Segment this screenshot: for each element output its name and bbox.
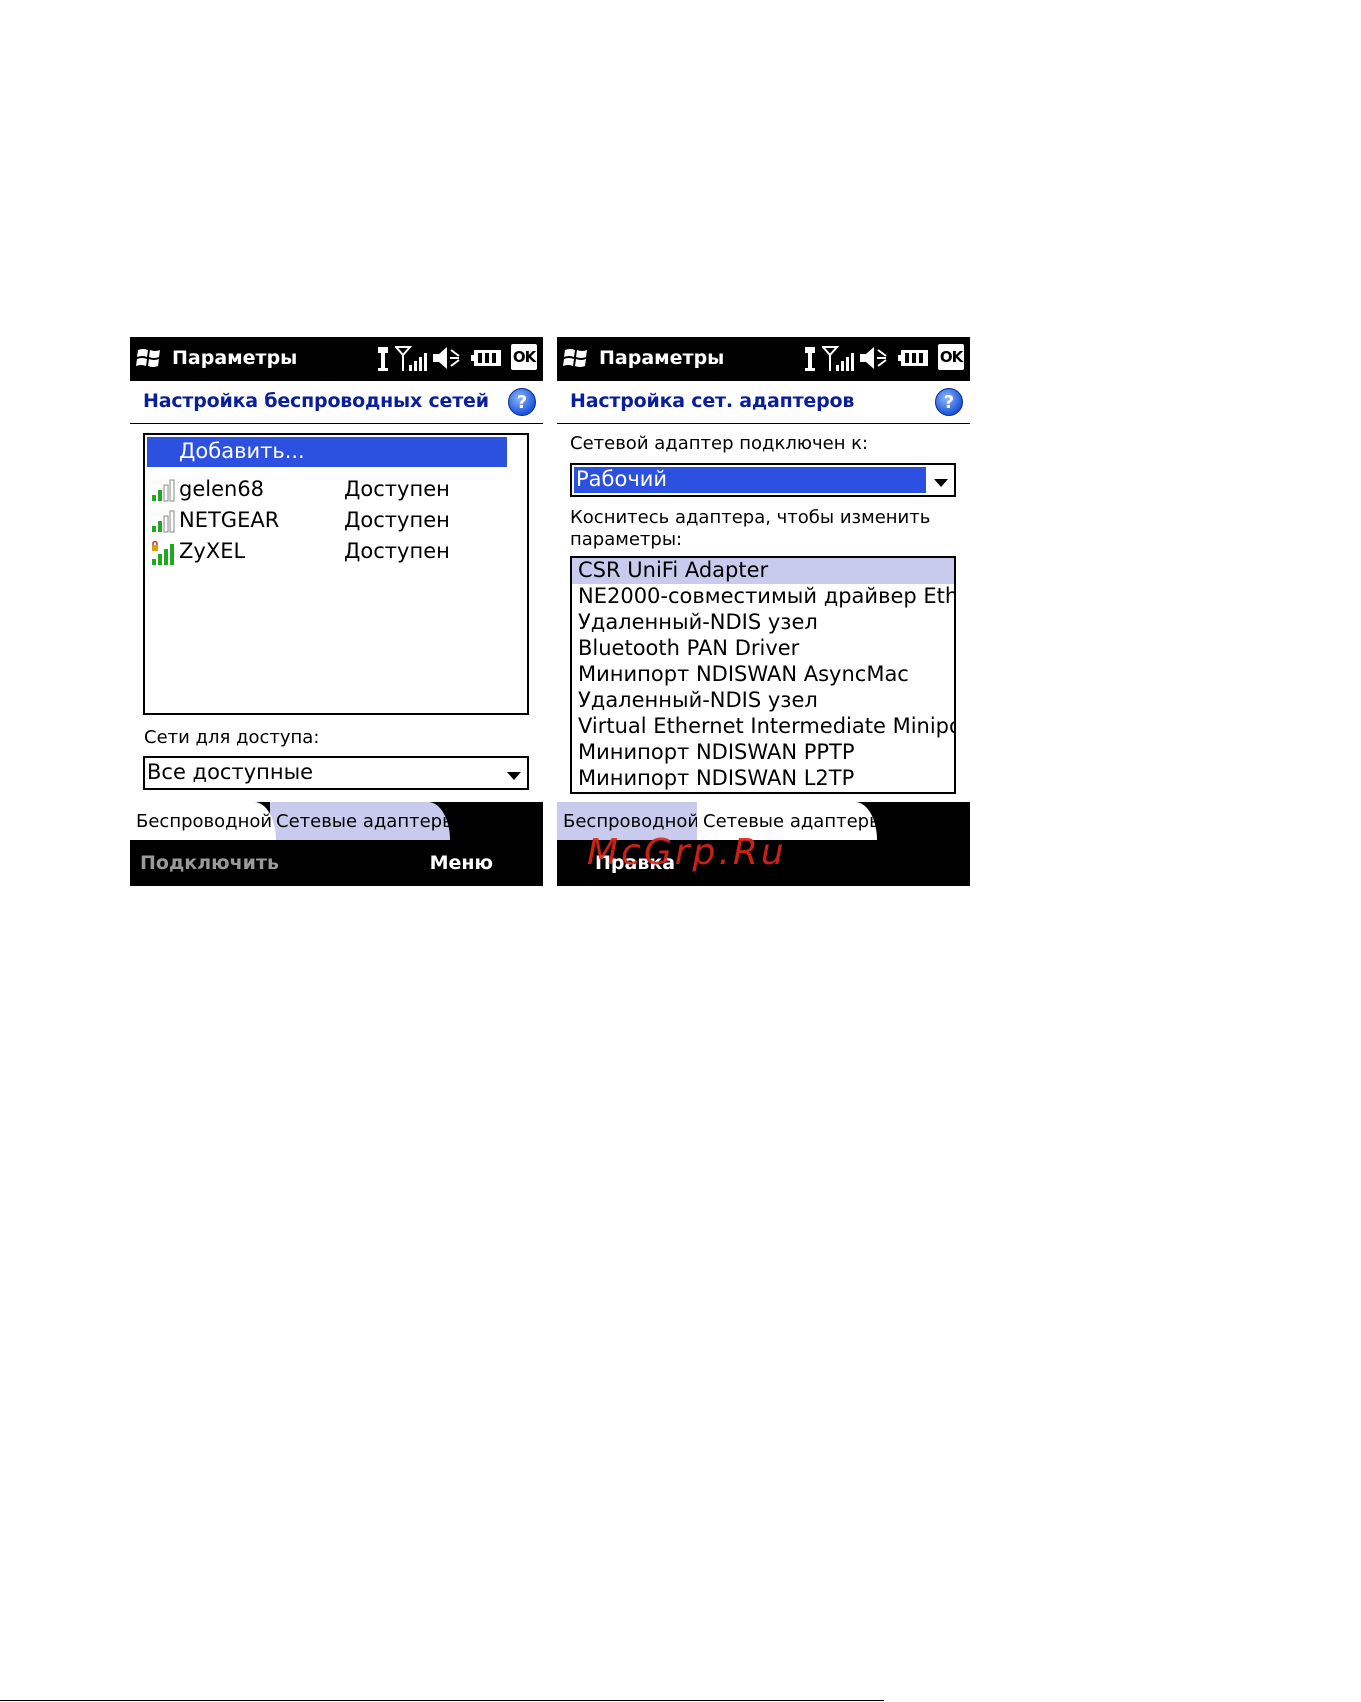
page-divider xyxy=(0,1700,884,1701)
page-title: Настройка сет. адаптеров xyxy=(570,390,855,412)
tab-bar: Сетевые адаптеры Беспроводной xyxy=(130,802,543,840)
adapter-item[interactable]: Удаленный-NDIS узел xyxy=(572,688,954,714)
watermark-text: McGrp.Ru xyxy=(587,832,787,873)
adapter-list[interactable]: CSR UniFi Adapter NE2000-совместимый дра… xyxy=(570,556,956,794)
wireless-network-list[interactable]: Добавить... gelen68 Доступен NETGEAR Дос… xyxy=(143,433,529,715)
title-bar: Параметры OK xyxy=(130,337,543,381)
adapter-item[interactable]: CSR UniFi Adapter xyxy=(572,558,954,584)
tab-label: Сетевые адаптеры xyxy=(276,811,457,832)
volume-muted-icon[interactable] xyxy=(431,344,461,376)
adapter-item[interactable]: NE2000-совместимый драйвер Ethe... xyxy=(572,584,954,610)
access-networks-value: Все доступные xyxy=(147,760,314,784)
ok-button[interactable]: OK xyxy=(938,344,964,370)
wireless-settings-screen: Параметры OK Настройка беспроводных сете… xyxy=(130,337,543,886)
title-text: Параметры xyxy=(599,347,725,369)
windows-start-icon[interactable] xyxy=(563,346,589,370)
adapter-name: Удаленный-NDIS узел xyxy=(578,688,818,712)
page-header: Настройка беспроводных сетей ? xyxy=(130,381,543,424)
dropdown-arrow-icon xyxy=(934,479,948,487)
windows-start-icon[interactable] xyxy=(136,346,162,370)
connectivity-icon[interactable] xyxy=(802,344,818,376)
battery-icon[interactable] xyxy=(898,344,932,376)
battery-icon[interactable] xyxy=(471,344,505,376)
signal-strength-icon[interactable] xyxy=(820,344,856,376)
adapter-item[interactable]: Минипорт NDISWAN L2TP xyxy=(572,766,954,792)
adapter-item[interactable]: Минипорт NDISWAN PPTP xyxy=(572,740,954,766)
connected-to-label: Сетевой адаптер подключен к: xyxy=(570,433,869,454)
adapter-name: Virtual Ethernet Intermediate Miniport xyxy=(578,714,954,738)
adapter-item[interactable]: Минипорт NDISWAN AsyncMac xyxy=(572,662,954,688)
adapter-name: NE2000-совместимый драйвер Ethe... xyxy=(578,584,954,608)
wifi-signal-locked-icon xyxy=(151,540,177,571)
help-button[interactable]: ? xyxy=(508,388,536,416)
title-bar: Параметры OK xyxy=(557,337,970,381)
page-title: Настройка беспроводных сетей xyxy=(143,390,489,412)
access-networks-dropdown[interactable]: Все доступные xyxy=(143,756,529,790)
network-name: ZyXEL xyxy=(179,539,246,563)
network-name: NETGEAR xyxy=(179,508,280,532)
connected-to-value: Рабочий xyxy=(576,467,668,491)
tab-network-adapters[interactable]: Сетевые адаптеры xyxy=(270,802,456,840)
add-network-label: Добавить... xyxy=(179,439,305,463)
network-status: Доступен xyxy=(344,477,450,501)
wifi-signal-icon xyxy=(151,509,177,538)
adapter-item[interactable]: Bluetooth PAN Driver xyxy=(572,636,954,662)
menu-softkey[interactable]: Меню xyxy=(430,852,493,874)
ok-button[interactable]: OK xyxy=(511,344,537,370)
tab-label: Беспроводной xyxy=(136,811,273,832)
help-button[interactable]: ? xyxy=(935,388,963,416)
network-item[interactable]: gelen68 Доступен xyxy=(147,475,517,505)
network-item[interactable]: NETGEAR Доступен xyxy=(147,506,517,536)
network-status: Доступен xyxy=(344,539,450,563)
page-header: Настройка сет. адаптеров ? xyxy=(557,381,970,424)
hint-text-line1: Коснитесь адаптера, чтобы изменить xyxy=(570,507,931,528)
network-status: Доступен xyxy=(344,508,450,532)
adapter-name: Минипорт NDISWAN PPTP xyxy=(578,740,855,764)
wifi-signal-icon xyxy=(151,478,177,507)
network-adapters-screen: Параметры OK Настройка сет. адаптеров ? … xyxy=(557,337,970,886)
tab-wireless[interactable]: Беспроводной xyxy=(130,802,276,840)
network-item[interactable]: ZyXEL Доступен xyxy=(147,537,517,567)
adapter-name: Минипорт NDISWAN L2TP xyxy=(578,766,855,790)
adapter-item[interactable]: Virtual Ethernet Intermediate Miniport xyxy=(572,714,954,740)
adapter-name: Удаленный-NDIS узел xyxy=(578,610,818,634)
add-network-item[interactable]: Добавить... xyxy=(147,437,507,467)
hint-text-line2: параметры: xyxy=(570,529,683,550)
title-text: Параметры xyxy=(172,347,298,369)
tab-label: Сетевые адаптеры xyxy=(703,811,884,832)
adapter-item[interactable]: Удаленный-NDIS узел xyxy=(572,610,954,636)
adapter-name: Bluetooth PAN Driver xyxy=(578,636,800,660)
adapter-name: CSR UniFi Adapter xyxy=(578,558,769,582)
dropdown-arrow-icon xyxy=(507,772,521,780)
connected-to-dropdown[interactable]: Рабочий xyxy=(570,463,956,497)
network-name: gelen68 xyxy=(179,477,265,501)
signal-strength-icon[interactable] xyxy=(393,344,429,376)
volume-muted-icon[interactable] xyxy=(858,344,888,376)
connect-softkey[interactable]: Подключить xyxy=(140,852,279,874)
connectivity-icon[interactable] xyxy=(375,344,391,376)
access-networks-label: Сети для доступа: xyxy=(144,727,320,748)
adapter-name: Минипорт NDISWAN AsyncMac xyxy=(578,662,909,686)
softkey-bar: Подключить Меню xyxy=(130,840,543,886)
tab-label: Беспроводной xyxy=(563,811,700,832)
